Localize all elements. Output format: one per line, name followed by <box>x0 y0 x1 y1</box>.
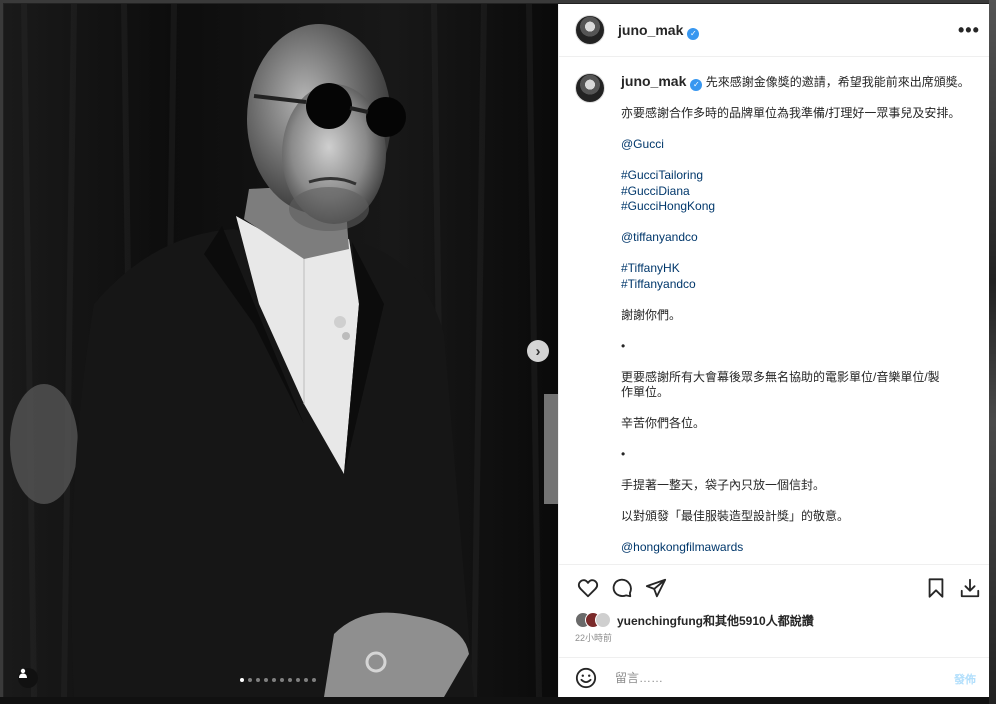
chevron-right-icon: › <box>535 342 541 360</box>
emoji-icon[interactable] <box>575 667 597 689</box>
comment-icon[interactable] <box>611 577 633 599</box>
background-edge <box>989 0 996 704</box>
post-photo[interactable]: › <box>4 4 558 697</box>
caption-line: 亦要感謝合作多時的品牌單位為我準備/打理好一眾事兒及安排。 <box>621 106 961 121</box>
carousel-dot <box>256 678 260 682</box>
caption-avatar[interactable] <box>575 73 605 103</box>
tagged-users-button[interactable] <box>18 668 38 688</box>
hashtag-link[interactable]: #GucciTailoring <box>621 168 971 184</box>
carousel-indicator <box>240 678 316 682</box>
caption-username[interactable]: juno_mak <box>621 73 686 89</box>
action-bar <box>559 564 989 610</box>
caption-first-line: juno_mak ✓ 先來感謝金像獎的邀請，希望我能前來出席頒獎。 <box>621 73 971 91</box>
caption-separator: • <box>621 447 626 462</box>
photo-illustration <box>4 4 558 697</box>
caption-line: 謝謝你們。 <box>621 307 682 322</box>
download-icon[interactable] <box>959 577 981 599</box>
carousel-next-button[interactable]: › <box>527 340 549 362</box>
verified-badge-icon: ✓ <box>690 78 703 91</box>
instagram-post-modal: › juno_mak ✓ ••• juno_mak ✓ 先來感謝金像獎的邀請，希望我… <box>4 4 989 697</box>
bookmark-icon[interactable] <box>925 577 947 599</box>
caption-line: 先來感謝金像獎的邀請，希望我能前來出席頒獎。 <box>705 75 970 89</box>
hashtag-link[interactable]: #GucciHongKong <box>621 199 971 215</box>
hashtag-link[interactable]: #Tiffanyandco <box>621 277 971 293</box>
caption-text: juno_mak ✓ 先來感謝金像獎的邀請，希望我能前來出席頒獎。 亦要感謝合作多… <box>621 73 971 556</box>
likes-summary[interactable]: yuenchingfung和其他5910人都說讚 <box>575 610 814 630</box>
liker-avatar <box>595 612 611 628</box>
caption-separator: • <box>621 338 626 353</box>
user-icon <box>19 668 27 678</box>
carousel-dot <box>264 678 268 682</box>
carousel-dot <box>288 678 292 682</box>
carousel-dot <box>248 678 252 682</box>
carousel-dot <box>304 678 308 682</box>
caption-line: 以對頒發「最佳服裝造型設計獎」的敬意。 <box>621 509 850 524</box>
carousel-dot <box>296 678 300 682</box>
carousel-dot <box>280 678 284 682</box>
post-side-panel: juno_mak ✓ ••• juno_mak ✓ 先來感謝金像獎的邀請，希望我能前… <box>558 4 989 697</box>
hashtag-link[interactable]: #TiffanyHK <box>621 261 971 277</box>
post-header: juno_mak ✓ ••• <box>559 4 989 57</box>
heart-icon[interactable] <box>577 577 599 599</box>
header-username-text[interactable]: juno_mak <box>618 22 683 38</box>
caption-line: 辛苦你們各位。 <box>621 416 706 431</box>
hashtag-link[interactable]: #GucciDiana <box>621 184 971 200</box>
carousel-dot <box>240 678 244 682</box>
caption-line: 手提著一整天，袋子內只放一個信封。 <box>621 478 826 493</box>
likes-text[interactable]: yuenchingfung和其他5910人都說讚 <box>617 612 814 629</box>
comment-bar: 發佈 <box>559 657 989 697</box>
header-username[interactable]: juno_mak ✓ <box>618 22 700 40</box>
avatar[interactable] <box>575 15 605 45</box>
mention-link[interactable]: @Gucci <box>621 137 971 153</box>
share-icon[interactable] <box>645 577 667 599</box>
post-comment-button[interactable]: 發佈 <box>954 671 976 687</box>
comment-input[interactable] <box>613 666 917 690</box>
caption-line: 更要感謝所有大會幕後眾多無名協助的電影單位/音樂單位/製作單位。 <box>621 369 940 400</box>
background-strip <box>0 697 996 704</box>
mention-link[interactable]: @tiffanyandco <box>621 230 971 246</box>
post-timestamp[interactable]: 22小時前 <box>575 631 612 644</box>
carousel-dot <box>272 678 276 682</box>
carousel-dot <box>312 678 316 682</box>
mention-link[interactable]: @hongkongfilmawards <box>621 540 971 556</box>
caption-area: juno_mak ✓ 先來感謝金像獎的邀請，希望我能前來出席頒獎。 亦要感謝合作多… <box>559 57 989 563</box>
verified-badge-icon: ✓ <box>687 27 700 40</box>
more-options-icon[interactable]: ••• <box>958 20 980 41</box>
